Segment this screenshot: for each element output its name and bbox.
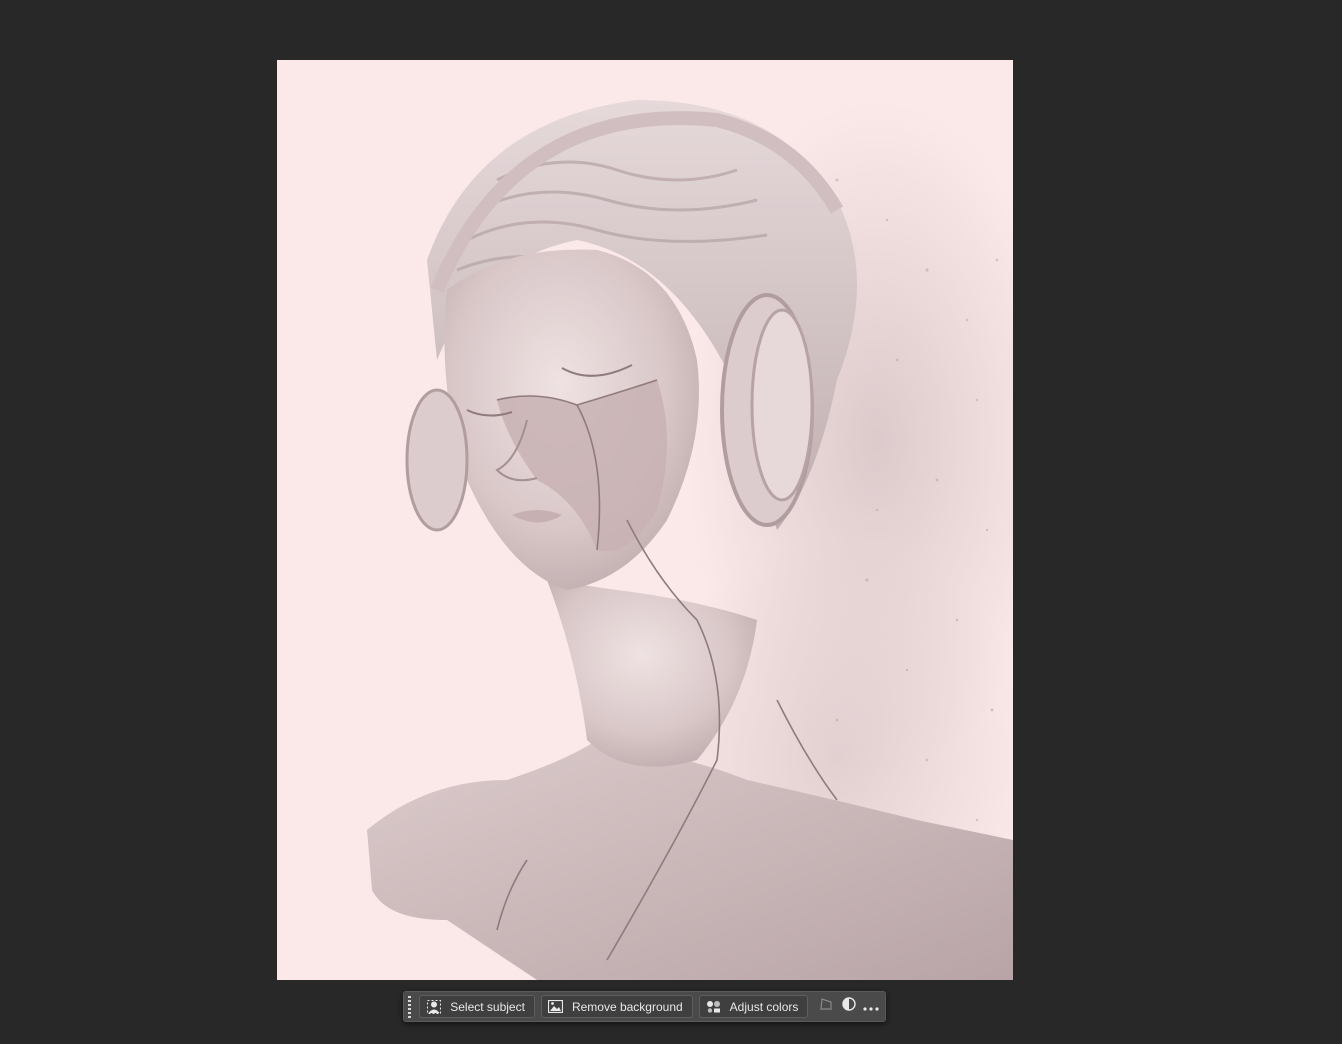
remove-background-label: Remove background xyxy=(571,999,683,1014)
adjust-colors-label: Adjust colors xyxy=(729,999,799,1014)
more-options-button[interactable] xyxy=(861,995,881,1018)
contextual-taskbar: Select subject Remove background Adjust … xyxy=(403,991,886,1022)
more-options-icon xyxy=(863,998,879,1016)
workspace: Select subject Remove background Adjust … xyxy=(0,0,1342,1044)
artwork-image xyxy=(367,100,1013,980)
color-adjust-icon xyxy=(706,999,722,1015)
image-remove-icon xyxy=(548,999,564,1015)
select-subject-label: Select subject xyxy=(450,999,525,1014)
contrast-button[interactable] xyxy=(839,995,859,1018)
transform-button[interactable] xyxy=(816,995,836,1018)
adjust-colors-button[interactable]: Adjust colors xyxy=(698,995,809,1018)
person-select-icon xyxy=(426,999,442,1015)
taskbar-drag-handle[interactable] xyxy=(406,995,412,1018)
select-subject-button[interactable]: Select subject xyxy=(419,995,535,1018)
contrast-icon xyxy=(841,997,856,1016)
document-canvas[interactable] xyxy=(277,60,1013,980)
remove-background-button[interactable]: Remove background xyxy=(540,995,693,1018)
transform-icon xyxy=(819,997,833,1016)
